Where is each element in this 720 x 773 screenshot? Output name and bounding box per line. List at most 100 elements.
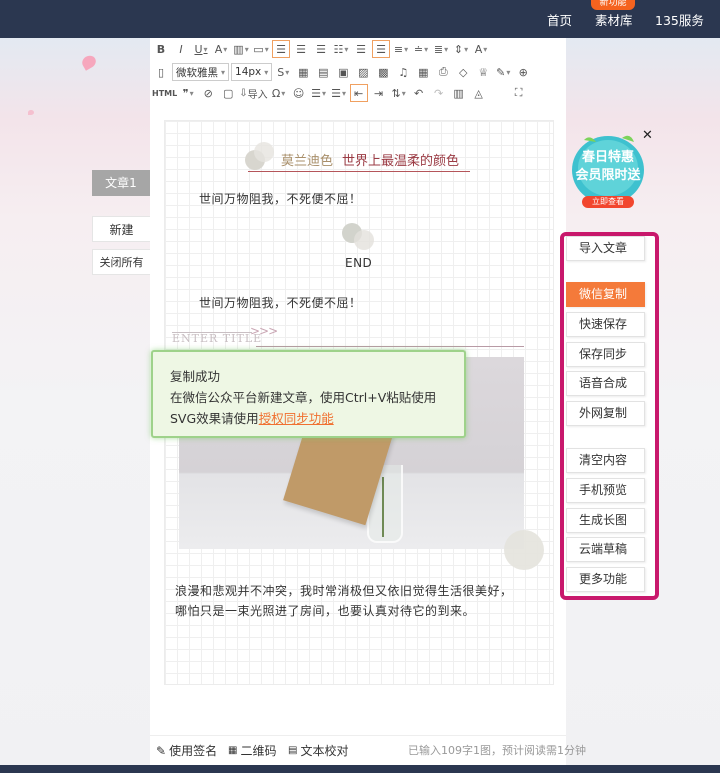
indent-icon[interactable]: ☷ <box>332 40 350 58</box>
spring-promo-banner[interactable]: 春日特惠 会员限时送 立即查看 <box>566 132 650 210</box>
letter-spacing-icon[interactable]: A <box>472 40 490 58</box>
italic-icon[interactable]: I <box>172 40 190 58</box>
strikethrough-icon[interactable]: S <box>274 63 292 81</box>
popup-line-2-text: SVG效果请使用 <box>170 411 259 426</box>
close-all-button[interactable]: 关闭所有 <box>92 249 150 275</box>
nav-materials[interactable]: 素材库 <box>595 10 633 29</box>
special-char-icon[interactable]: Ω <box>270 84 288 102</box>
bottom-bar <box>0 765 720 773</box>
indent-right-icon[interactable]: ⇥ <box>370 84 388 102</box>
font-family-select[interactable]: 微软雅黑 <box>172 63 230 81</box>
article-paragraph-line-2[interactable]: 哪怕只是一束光照进了房间，也要认真对待它的到来。 <box>175 602 475 619</box>
highlight-icon[interactable]: ◬ <box>470 84 488 102</box>
template-icon[interactable]: ▣ <box>334 63 352 81</box>
signature-label: 使用签名 <box>169 744 218 758</box>
end-decoration <box>354 230 374 250</box>
import-button[interactable]: ⇩ 导入 <box>239 84 267 102</box>
tab-article-1[interactable]: 文章1 <box>92 170 150 196</box>
popup-title: 复制成功 <box>170 369 221 384</box>
document-icon[interactable]: ▯ <box>152 63 170 81</box>
list-spacing-icon[interactable]: ≣ <box>432 40 450 58</box>
align-center-icon[interactable]: ☰ <box>292 40 310 58</box>
proofread-label: 文本校对 <box>300 744 349 758</box>
align-left-icon[interactable]: ☰ <box>272 40 290 58</box>
article-line-1[interactable]: 世间万物阻我，不死便不屈！ <box>199 190 362 207</box>
image-icon[interactable]: ▨ <box>354 63 372 81</box>
toolbar-row-2: ▯ 微软雅黑 14px S ▦ ▤ ▣ ▨ ▩ ♫ ▦ ⎙ ◇ ♕ ✎ ⊕ <box>152 61 532 83</box>
html-button[interactable]: HTML <box>152 84 177 102</box>
unlink-icon[interactable]: ▢ <box>219 84 237 102</box>
import-label: 导入 <box>247 89 268 101</box>
copy-success-popup: 复制成功 在微信公众平台新建文章，使用Ctrl+V粘贴使用 SVG效果请使用授权… <box>151 350 466 438</box>
cloud-draft-button[interactable]: 云端草稿 <box>566 537 645 562</box>
clear-content-button[interactable]: 清空内容 <box>566 448 645 473</box>
article-title[interactable]: 莫兰迪色 世界上最温柔的颜色 <box>248 148 470 172</box>
print-icon[interactable]: ⎙ <box>434 63 452 81</box>
underline-icon[interactable]: U <box>192 40 210 58</box>
generate-long-image-button[interactable]: 生成长图 <box>566 508 645 533</box>
article-line-2[interactable]: 世间万物阻我，不死便不屈！ <box>199 294 362 311</box>
align-right-icon[interactable]: ☰ <box>312 40 330 58</box>
close-promo-icon[interactable]: ✕ <box>642 128 653 143</box>
border-icon[interactable]: ▭ <box>252 40 270 58</box>
petal-decoration <box>79 53 99 71</box>
direction-icon[interactable]: ⇅ <box>390 84 408 102</box>
toolbar-row-3: HTML ❞ ⊘ ▢ ⇩导入 Ω ☺ ☰ ☰ ⇤ ⇥ ⇅ ↶ ↷ ▥ ◬ ⛶ <box>152 82 528 104</box>
qrcode-button[interactable]: ▦ 二维码 <box>228 742 276 759</box>
video-icon[interactable]: ▦ <box>414 63 432 81</box>
stem <box>382 477 384 537</box>
eraser-icon[interactable]: ◇ <box>454 63 472 81</box>
line-height-icon[interactable]: ⇕ <box>452 40 470 58</box>
nav-service[interactable]: 135服务 <box>655 10 704 29</box>
proofread-button[interactable]: ▤ 文本校对 <box>288 742 348 759</box>
zoom-icon[interactable]: ⊕ <box>514 63 532 81</box>
music-icon[interactable]: ♫ <box>394 63 412 81</box>
justify-icon[interactable]: ☰ <box>352 40 370 58</box>
promo-line-1: 春日特惠 <box>581 150 634 165</box>
unordered-list-icon[interactable]: ☰ <box>310 84 328 102</box>
indent-left-icon[interactable]: ⇤ <box>349 84 368 102</box>
gallery-icon[interactable]: ▩ <box>374 63 392 81</box>
justify-distribute-icon[interactable]: ☰ <box>372 40 390 58</box>
photo-decoration <box>504 530 544 570</box>
emoji-icon[interactable]: ☺ <box>290 84 308 102</box>
popup-line-1: 在微信公众平台新建文章，使用Ctrl+V粘贴使用 <box>170 390 437 405</box>
article-paragraph-line-1[interactable]: 浪漫和悲观并不冲突，我时常消极但又依旧觉得生活很美好， <box>175 582 513 599</box>
font-size-select[interactable]: 14px <box>231 63 273 81</box>
new-badge: 新功能 <box>591 0 635 10</box>
paragraph-spacing-icon[interactable]: ≐ <box>412 40 430 58</box>
redo-icon[interactable]: ↷ <box>430 84 448 102</box>
spacing-icon[interactable]: ≡ <box>392 40 410 58</box>
mobile-preview-button[interactable]: 手机预览 <box>566 478 645 503</box>
save-sync-button[interactable]: 保存同步 <box>566 342 645 367</box>
ordered-list-icon[interactable]: ☰ <box>330 84 348 102</box>
quote-icon[interactable]: ❞ <box>179 84 197 102</box>
new-article-button[interactable]: 新建 <box>92 216 150 242</box>
word-count-status: 已输入109字1图，预计阅读需1分钟 <box>408 744 586 757</box>
wechat-copy-button[interactable]: 微信复制 <box>566 282 645 307</box>
font-color-icon[interactable]: A <box>212 40 230 58</box>
external-copy-button[interactable]: 外网复制 <box>566 401 645 426</box>
toolbar-row-1: B I U A ▥ ▭ ☰ ☰ ☰ ☷ ☰ ☰ ≡ ≐ ≣ ⇕ A <box>152 38 490 60</box>
fullscreen-icon[interactable]: ⛶ <box>510 84 528 102</box>
format-painter-icon[interactable]: ♕ <box>474 63 492 81</box>
clear-format-icon[interactable]: ▥ <box>450 84 468 102</box>
link-icon[interactable]: ⊘ <box>199 84 217 102</box>
background-color-icon[interactable]: ▥ <box>232 40 250 58</box>
grid-icon[interactable]: ▤ <box>314 63 332 81</box>
enter-title-label[interactable]: ENTER TITLE <box>172 332 262 345</box>
quick-save-button[interactable]: 快速保存 <box>566 312 645 337</box>
magic-icon[interactable]: ✎ <box>494 63 512 81</box>
more-functions-button[interactable]: 更多功能 <box>566 567 645 592</box>
pencil-icon: ✎ <box>156 743 167 758</box>
table-icon[interactable]: ▦ <box>294 63 312 81</box>
bold-icon[interactable]: B <box>152 40 170 58</box>
end-marker[interactable]: END <box>345 256 372 270</box>
undo-icon[interactable]: ↶ <box>410 84 428 102</box>
promo-cta: 立即查看 <box>592 197 624 206</box>
signature-button[interactable]: ✎ 使用签名 <box>156 742 217 759</box>
import-article-button[interactable]: 导入文章 <box>566 236 645 261</box>
authorize-sync-link[interactable]: 授权同步功能 <box>259 411 334 426</box>
voice-synthesis-button[interactable]: 语音合成 <box>566 371 645 396</box>
nav-home[interactable]: 首页 <box>547 10 572 29</box>
